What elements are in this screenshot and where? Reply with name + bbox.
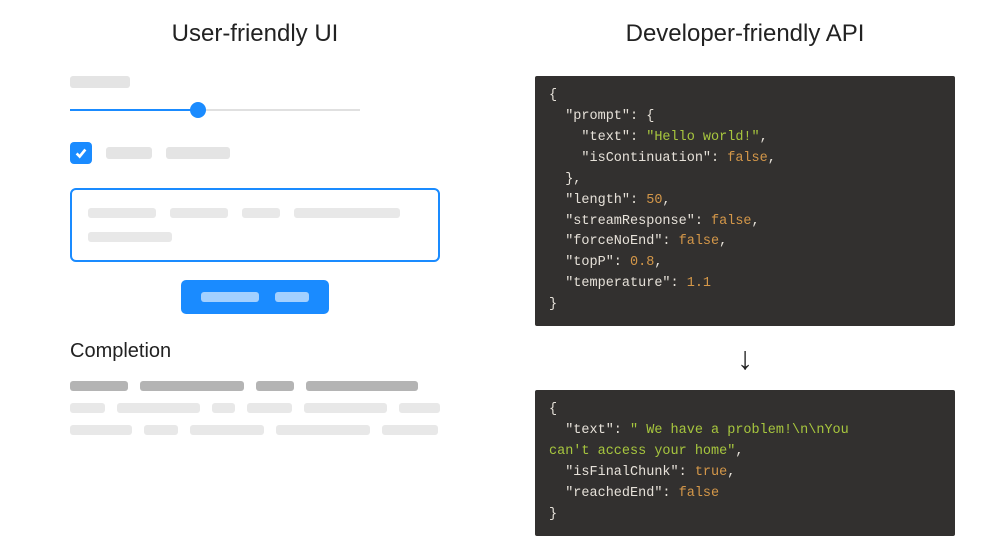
code-bool: false [679, 486, 720, 501]
code-line: "isFinalChunk": [549, 465, 695, 480]
code-line: } [549, 297, 557, 312]
output-placeholder [140, 381, 244, 391]
code-line: "prompt": { [549, 109, 654, 124]
code-line: "isContinuation": [549, 151, 727, 166]
output-placeholder [276, 425, 370, 435]
output-placeholder [70, 381, 128, 391]
code-punct: , [735, 444, 743, 459]
code-punct: , [654, 255, 662, 270]
prompt-textarea[interactable] [70, 188, 440, 262]
output-placeholder [212, 403, 236, 413]
api-column: Developer-friendly API { "prompt": { "te… [530, 20, 960, 536]
code-line: { [549, 402, 557, 417]
code-string: "Hello world!" [646, 130, 759, 145]
checkbox-row [70, 142, 440, 164]
text-placeholder [170, 208, 228, 218]
text-placeholder [242, 208, 280, 218]
code-punct: , [760, 130, 768, 145]
code-bool: false [711, 214, 752, 229]
check-icon [74, 146, 88, 160]
button-label-placeholder [201, 292, 259, 302]
code-bool: true [695, 465, 727, 480]
code-line: { [549, 88, 557, 103]
code-punct: , [719, 234, 727, 249]
code-line: "reachedEnd": [549, 486, 679, 501]
output-placeholder [304, 403, 386, 413]
code-line: }, [549, 172, 581, 187]
slider-fill [70, 109, 198, 111]
code-bool: false [679, 234, 720, 249]
output-placeholder [256, 381, 294, 391]
slider-thumb[interactable] [190, 102, 206, 118]
code-line: "text": [549, 130, 646, 145]
code-punct: , [768, 151, 776, 166]
code-line: "forceNoEnd": [549, 234, 679, 249]
submit-button[interactable] [181, 280, 329, 314]
code-punct: , [727, 465, 735, 480]
code-line: "text": [549, 423, 630, 438]
code-bool: false [727, 151, 768, 166]
ui-mock: Completion [70, 76, 440, 435]
output-placeholder [190, 425, 264, 435]
code-number: 0.8 [630, 255, 654, 270]
arrow-down-icon: ↓ [737, 342, 753, 374]
code-string: can't access your home" [549, 444, 735, 459]
text-placeholder [88, 208, 156, 218]
request-code-block: { "prompt": { "text": "Hello world!", "i… [535, 76, 955, 326]
output-placeholder [144, 425, 178, 435]
code-punct: , [662, 193, 670, 208]
field-label-placeholder [70, 76, 130, 88]
output-placeholder [306, 381, 418, 391]
checkbox-label-placeholder [106, 147, 152, 159]
output-placeholder [70, 403, 105, 413]
code-line: } [549, 507, 557, 522]
checkbox-label-placeholder-2 [166, 147, 230, 159]
code-line: "temperature": [549, 276, 687, 291]
code-number: 1.1 [687, 276, 711, 291]
button-label-placeholder [275, 292, 309, 302]
ui-column: User-friendly UI [40, 20, 470, 536]
checkbox[interactable] [70, 142, 92, 164]
code-line: "length": [549, 193, 646, 208]
output-placeholder [247, 403, 292, 413]
completion-output [70, 381, 440, 435]
output-placeholder [70, 425, 132, 435]
output-placeholder [117, 403, 199, 413]
ui-column-title: User-friendly UI [172, 20, 339, 48]
slider[interactable] [70, 102, 360, 118]
code-string: " We have a problem!\n\nYou [630, 423, 857, 438]
code-line: "topP": [549, 255, 630, 270]
output-placeholder [382, 425, 438, 435]
text-placeholder [88, 232, 172, 242]
api-column-title: Developer-friendly API [626, 20, 865, 48]
output-placeholder [399, 403, 440, 413]
code-line: "streamResponse": [549, 214, 711, 229]
code-punct: , [752, 214, 760, 229]
response-code-block: { "text": " We have a problem!\n\nYou ca… [535, 390, 955, 536]
text-placeholder [294, 208, 400, 218]
code-number: 50 [646, 193, 662, 208]
completion-heading: Completion [70, 340, 440, 363]
